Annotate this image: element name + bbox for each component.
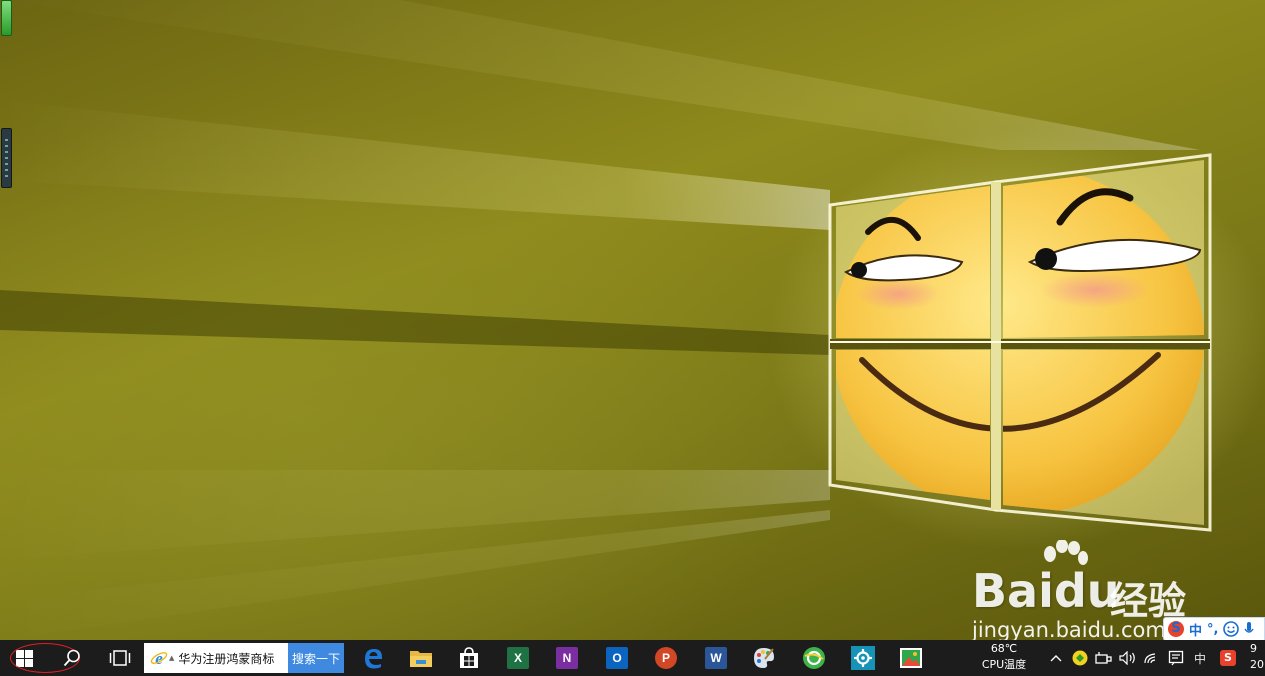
ime-punct-toggle[interactable]: °, — [1207, 622, 1218, 637]
emoji-icon[interactable] — [1223, 621, 1240, 637]
photos-icon — [900, 648, 922, 668]
outlook-icon: O — [606, 647, 628, 669]
onenote-app[interactable]: N — [546, 640, 588, 676]
browser-360-icon — [803, 647, 825, 669]
tray-sogou[interactable]: S — [1215, 640, 1241, 676]
task-view-icon — [109, 650, 131, 666]
folder-icon — [410, 651, 432, 667]
search-icon — [63, 649, 80, 667]
tray-device[interactable] — [1093, 640, 1115, 676]
tray-notification[interactable] — [1165, 640, 1187, 676]
clock-time: 9 — [1250, 642, 1257, 655]
ime-floating-toolbar[interactable]: S 中 °, — [1163, 617, 1265, 640]
powerpoint-app[interactable]: P — [645, 640, 687, 676]
cpu-temp-label: CPU温度 — [981, 658, 1027, 671]
ie-icon: e — [150, 649, 168, 667]
360-browser-app[interactable] — [793, 640, 835, 676]
cpu-temp-value: 68℃ — [990, 642, 1018, 655]
task-view-button[interactable] — [99, 640, 141, 676]
tray-360-guard[interactable] — [1069, 640, 1091, 676]
photos-app[interactable] — [890, 640, 932, 676]
security-shield-icon — [1072, 650, 1088, 666]
tray-volume[interactable] — [1117, 640, 1139, 676]
taskbar: e ▲ 华为注册鸿蒙商标 搜索一下 X N O P W 68℃ CPU温度 中 … — [0, 640, 1265, 676]
search-button[interactable] — [52, 640, 92, 676]
watermark-url: jingyan.baidu.com — [972, 618, 1166, 640]
tray-wifi[interactable] — [1142, 640, 1164, 676]
ime-indicator[interactable]: 中 — [1189, 640, 1211, 676]
settings-app[interactable] — [842, 640, 884, 676]
chevron-up-icon — [1050, 655, 1062, 662]
baidu-logo-text: Baidu — [972, 564, 1120, 618]
file-explorer-app[interactable] — [400, 640, 442, 676]
store-icon — [460, 647, 478, 668]
wifi-icon — [1144, 653, 1156, 664]
outlook-app[interactable]: O — [596, 640, 638, 676]
edge-icon — [365, 649, 382, 669]
dropdown-arrow-icon[interactable]: ▲ — [169, 654, 174, 662]
meter-gadget[interactable] — [1, 0, 12, 36]
onenote-icon: N — [556, 647, 578, 669]
device-icon — [1095, 652, 1112, 664]
clock-date: 20 — [1250, 658, 1264, 671]
ime-mode-toggle[interactable]: 中 — [1189, 620, 1202, 639]
powerpoint-icon: P — [655, 647, 677, 669]
system-clock[interactable]: 9 20 — [1250, 641, 1264, 673]
word-app[interactable]: W — [695, 640, 737, 676]
desktop-wallpaper: Baidu 经验 jingyan.baidu.com S 中 °, — [0, 0, 1265, 640]
svg-text:e: e — [155, 649, 163, 667]
paint-app[interactable] — [743, 640, 785, 676]
sogou-icon: S — [1220, 650, 1236, 666]
sidebar-gadget[interactable] — [1, 128, 12, 188]
edge-app[interactable] — [352, 640, 394, 676]
sogou-logo-icon[interactable]: S — [1168, 621, 1184, 637]
ie-search-box[interactable]: e ▲ 华为注册鸿蒙商标 — [144, 643, 288, 673]
cpu-temperature-widget[interactable]: 68℃ CPU温度 — [972, 641, 1036, 673]
search-query-text[interactable]: 华为注册鸿蒙商标 — [178, 650, 274, 667]
excel-icon: X — [507, 647, 529, 669]
word-icon: W — [705, 647, 727, 669]
search-go-button[interactable]: 搜索一下 — [288, 643, 344, 673]
microphone-icon[interactable] — [1244, 621, 1255, 637]
paint-palette-icon — [754, 648, 774, 668]
show-hidden-icons-button[interactable] — [1046, 640, 1066, 676]
excel-app[interactable]: X — [497, 640, 539, 676]
volume-icon — [1119, 651, 1135, 665]
notification-icon — [1168, 650, 1184, 666]
gear-icon — [851, 646, 875, 670]
store-app[interactable] — [448, 640, 490, 676]
